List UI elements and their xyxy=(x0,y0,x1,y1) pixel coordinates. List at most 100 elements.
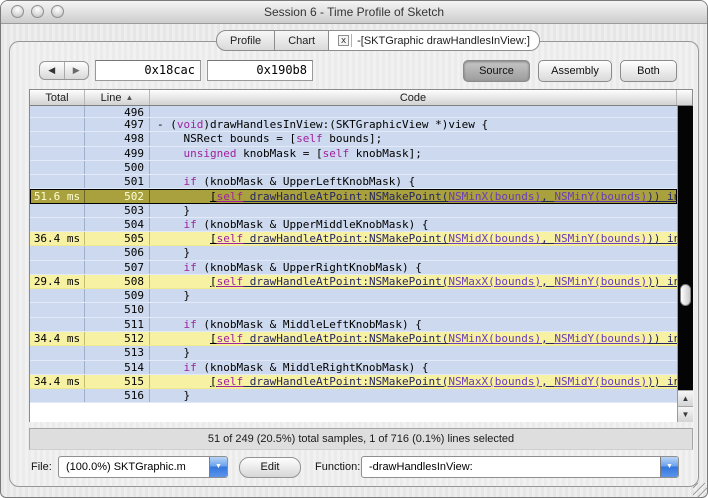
line-number-cell: 512 xyxy=(85,332,150,345)
total-cell: 36.4 ms xyxy=(30,232,85,245)
function-popup[interactable]: -drawHandlesInView: ▼ xyxy=(361,456,679,478)
total-cell xyxy=(30,361,85,374)
code-token: )) inView:view]; xyxy=(647,375,677,388)
table-row-line-510[interactable]: 510 xyxy=(30,303,677,317)
tab-sktgraphic-drawhandlesinview[interactable]: x -[SKTGraphic drawHandlesInView:] xyxy=(329,30,540,51)
table-row-line-515[interactable]: 34.4 ms515 [self drawHandleAtPoint:NSMak… xyxy=(30,375,677,389)
total-cell xyxy=(30,303,85,316)
total-cell: 34.4 ms xyxy=(30,332,85,345)
file-popup[interactable]: (100.0%) SKTGraphic.m ▼ xyxy=(58,456,228,478)
scroll-up-button[interactable]: ▲ xyxy=(678,390,693,406)
code-indent xyxy=(157,318,184,331)
back-button[interactable]: ◀ xyxy=(40,62,65,79)
tab-label: Profile xyxy=(230,35,261,47)
address-field-start[interactable]: 0x18cac xyxy=(95,60,201,81)
table-row-line-511[interactable]: 511 if (knobMask & MiddleLeftKnobMask) { xyxy=(30,318,677,332)
table-row-line-516[interactable]: 516 } xyxy=(30,389,677,403)
total-cell xyxy=(30,118,85,131)
table-row-line-501[interactable]: 501 if (knobMask & UpperLeftKnobMask) { xyxy=(30,175,677,189)
code-token: NSMinY(bounds) xyxy=(554,232,647,245)
line-number-cell: 516 xyxy=(85,389,150,402)
tab-label: -[SKTGraphic drawHandlesInView:] xyxy=(357,35,530,47)
total-cell xyxy=(30,161,85,174)
code-token: (knobMask & MiddleRightKnobMask) { xyxy=(197,361,429,374)
line-number-cell: 497 xyxy=(85,118,150,131)
code-token: if xyxy=(184,318,197,331)
code-token: drawHandleAtPoint:NSMakePoint( xyxy=(243,375,448,388)
forward-button[interactable]: ▶ xyxy=(65,62,89,79)
code-cell: [self drawHandleAtPoint:NSMakePoint(NSMi… xyxy=(150,190,677,202)
code-indent xyxy=(157,289,184,302)
table-row-line-498[interactable]: 498 NSRect bounds = [self bounds]; xyxy=(30,132,677,146)
table-row-line-505[interactable]: 36.4 ms505 [self drawHandleAtPoint:NSMak… xyxy=(30,232,677,246)
table-row-line-513[interactable]: 513 } xyxy=(30,346,677,360)
table-row-line-509[interactable]: 509 } xyxy=(30,289,677,303)
code-cell xyxy=(150,161,677,174)
column-header-line[interactable]: Line▲ xyxy=(85,90,150,105)
code-token: drawHandleAtPoint:NSMakePoint( xyxy=(243,190,448,202)
table-row-line-499[interactable]: 499 unsigned knobMask = [self knobMask]; xyxy=(30,147,677,161)
tab-profile[interactable]: Profile xyxy=(216,30,275,51)
code-indent xyxy=(157,275,210,288)
code-indent xyxy=(157,346,184,359)
address-field-end[interactable]: 0x190b8 xyxy=(207,60,313,81)
vertical-scrollbar[interactable]: ▲ ▼ xyxy=(677,106,693,422)
table-header: Total Line▲ Code xyxy=(30,90,692,106)
tab-bar: Profile Chartx -[SKTGraphic drawHandlesInV… xyxy=(216,30,540,51)
both-view-button[interactable]: Both xyxy=(620,60,677,82)
code-token: NSMidY(bounds) xyxy=(554,375,647,388)
code-token: NSMidX(bounds) xyxy=(448,232,541,245)
code-cell: [self drawHandleAtPoint:NSMakePoint(NSMa… xyxy=(150,375,677,388)
code-token: NSMaxX(bounds) xyxy=(448,375,541,388)
total-cell xyxy=(30,132,85,145)
code-token: , xyxy=(541,375,554,388)
code-token: if xyxy=(184,175,197,188)
scrollbar-thumb[interactable] xyxy=(680,284,691,306)
table-row-line-512[interactable]: 34.4 ms512 [self drawHandleAtPoint:NSMak… xyxy=(30,332,677,346)
table-row-line-502[interactable]: 51.6 ms502 [self drawHandleAtPoint:NSMak… xyxy=(30,189,677,203)
table-row-line-508[interactable]: 29.4 ms508 [self drawHandleAtPoint:NSMak… xyxy=(30,275,677,289)
line-number-cell: 504 xyxy=(85,218,150,231)
code-indent xyxy=(157,246,184,259)
title-bar[interactable]: Session 6 - Time Profile of Sketch xyxy=(1,1,707,24)
table-row-line-507[interactable]: 507 if (knobMask & UpperRightKnobMask) { xyxy=(30,261,677,275)
table-row-line-503[interactable]: 503 } xyxy=(30,204,677,218)
code-cell: } xyxy=(150,246,677,259)
total-cell: 29.4 ms xyxy=(30,275,85,288)
code-cell: NSRect bounds = [self bounds]; xyxy=(150,132,677,145)
code-token: )) inView:view]; xyxy=(647,332,677,345)
code-token: NSMinY(bounds) xyxy=(554,275,647,288)
source-view-button[interactable]: Source xyxy=(463,60,530,82)
code-token: drawHandleAtPoint:NSMakePoint( xyxy=(243,232,448,245)
table-row-line-514[interactable]: 514 if (knobMask & MiddleRightKnobMask) … xyxy=(30,361,677,375)
close-tab-icon[interactable]: x xyxy=(338,35,349,46)
assembly-view-button[interactable]: Assembly xyxy=(538,60,612,82)
tab-chart[interactable]: Chart xyxy=(275,30,329,51)
code-indent xyxy=(157,132,184,145)
code-token: NSRect bounds = [ xyxy=(184,132,297,145)
scroll-down-button[interactable]: ▼ xyxy=(678,406,693,422)
table-row-line-506[interactable]: 506 } xyxy=(30,246,677,260)
code-token: [ xyxy=(210,190,217,202)
code-token: , xyxy=(541,232,554,245)
line-number-cell: 508 xyxy=(85,275,150,288)
code-token: } xyxy=(184,246,191,259)
table-row-line-500[interactable]: 500 xyxy=(30,161,677,175)
code-token: )) inView:view]; xyxy=(647,232,677,245)
total-cell: 51.6 ms xyxy=(30,190,85,202)
table-row-line-504[interactable]: 504 if (knobMask & UpperMiddleKnobMask) … xyxy=(30,218,677,232)
code-token: , xyxy=(541,275,554,288)
code-indent xyxy=(157,147,184,160)
line-number-cell: 507 xyxy=(85,261,150,274)
total-cell xyxy=(30,261,85,274)
table-row-line-496[interactable]: 496 xyxy=(30,106,677,118)
column-header-code[interactable]: Code xyxy=(150,90,677,105)
code-token: )) inView:view]; xyxy=(647,190,677,202)
code-token: NSMinY(bounds) xyxy=(554,190,647,202)
table-row-line-497[interactable]: 497- (void)drawHandlesInView:(SKTGraphic… xyxy=(30,118,677,132)
line-number-cell: 499 xyxy=(85,147,150,160)
edit-button[interactable]: Edit xyxy=(239,457,301,478)
column-header-total[interactable]: Total xyxy=(30,90,85,105)
resize-grip-icon[interactable] xyxy=(693,483,707,497)
scrollbar-track[interactable] xyxy=(678,106,693,390)
